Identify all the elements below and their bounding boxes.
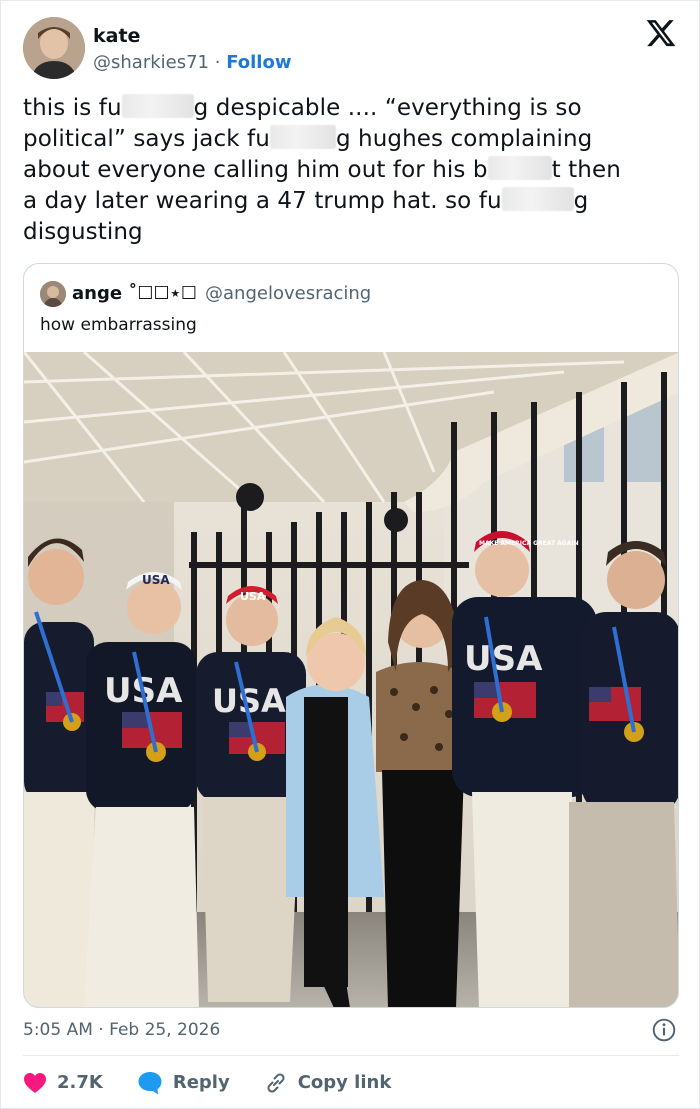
quoted-photo[interactable]: USA USA USA USA MAKE AMERICA GREAT AGAIN… [24, 352, 679, 1008]
tweet-text: this is fu g despicable .... “everything … [23, 93, 683, 248]
like-button[interactable]: 2.7K [23, 1069, 103, 1097]
tweet-text-segment: this is fu [23, 95, 122, 121]
reply-button[interactable]: Reply [137, 1069, 230, 1097]
author-handle[interactable]: @sharkies71 [93, 52, 209, 73]
tweet-date: Feb 25, 2026 [109, 1020, 221, 1040]
link-icon [267, 1073, 285, 1093]
info-icon[interactable] [651, 1017, 677, 1043]
tweet-time: 5:05 AM [23, 1020, 93, 1040]
quoted-tweet[interactable]: ange ˚☐☐⋆☐ @angelovesracing how embarras… [23, 263, 679, 1008]
heart-icon [24, 1073, 46, 1093]
cap-text-usa: USA [142, 573, 170, 587]
tweet-text-segment: a day later wearing a 47 trump hat. so f… [23, 188, 502, 214]
censor-blur [121, 94, 194, 118]
quoted-avatar[interactable] [40, 281, 66, 307]
tweet-line-5: disgusting [23, 219, 143, 245]
handle-separator: · [214, 52, 221, 73]
censor-blur [269, 125, 336, 149]
tweet-text-segment: g [573, 188, 589, 214]
cap-text-usa: USA [240, 590, 266, 603]
cap-text-maga: MAKE AMERICA GREAT AGAIN [479, 540, 579, 547]
tweet-text-segment: g despicable .... “everything is so [193, 95, 582, 121]
quoted-handle[interactable]: @angelovesracing [205, 282, 371, 306]
reply-label: Reply [172, 1072, 230, 1093]
tweet-line-1: this is fu g despicable .... “everything … [23, 93, 683, 124]
author-avatar[interactable] [23, 17, 85, 79]
tweet-text-segment: about everyone calling him out for his b [23, 157, 488, 183]
x-logo-icon[interactable] [645, 17, 677, 49]
author-handle-row: @sharkies71 · Follow [93, 51, 291, 75]
tweet-line-2: political” says jack fu g hughes complain… [23, 124, 683, 155]
action-bar: 2.7K Reply Copy link [23, 1069, 425, 1097]
like-count: 2.7K [57, 1072, 103, 1093]
tweet-text-segment: political” says jack fu [23, 126, 270, 152]
quoted-name[interactable]: ange ˚☐☐⋆☐ [72, 282, 197, 306]
tweet-line-4: a day later wearing a 47 trump hat. so f… [23, 186, 683, 217]
quoted-text: how embarrassing [40, 315, 197, 335]
copy-link-label: Copy link [297, 1072, 392, 1093]
quoted-name-text: ange ˚ [72, 283, 138, 304]
reply-bubble-icon [138, 1072, 162, 1095]
tweet-text-segment: g hughes complaining [335, 126, 593, 152]
author-name[interactable]: kate [93, 23, 291, 49]
author-block: kate @sharkies71 · Follow [93, 23, 291, 75]
tweet-timestamp[interactable]: 5:05 AM · Feb 25, 2026 [23, 1018, 220, 1042]
censor-blur [487, 156, 552, 180]
copy-link-button[interactable]: Copy link [264, 1069, 392, 1097]
tweet-line-3: about everyone calling him out for his b… [23, 155, 683, 186]
tweet-card: kate @sharkies71 · Follow this is fu g de… [0, 0, 700, 1109]
tweet-text-segment: t then [551, 157, 621, 183]
quoted-name-symbols: ☐☐⋆☐ [137, 283, 198, 304]
follow-button[interactable]: Follow [226, 52, 291, 73]
shirt-text-usa: USA [464, 639, 543, 679]
divider [23, 1055, 679, 1056]
meta-separator: · [98, 1020, 104, 1040]
quoted-header: ange ˚☐☐⋆☐ @angelovesracing [40, 281, 371, 307]
censor-blur [501, 187, 574, 211]
